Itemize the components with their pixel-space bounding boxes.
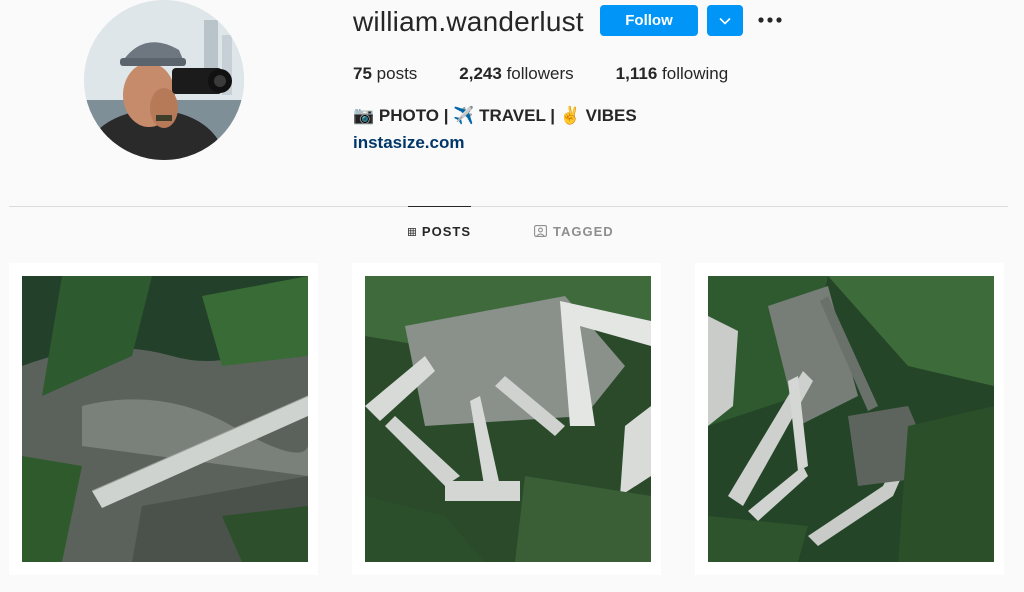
post-thumbnail[interactable] xyxy=(9,263,318,575)
followers-count-label: followers xyxy=(506,64,574,83)
tab-tagged[interactable]: TAGGED xyxy=(534,206,614,256)
profile-page: william.wanderlust Follow 75 posts 2,243… xyxy=(0,0,1024,592)
more-options-icon xyxy=(758,17,782,23)
grid-icon xyxy=(408,227,416,236)
profile-website-link[interactable]: instasize.com xyxy=(353,133,465,153)
post-photo xyxy=(365,276,651,562)
profile-bio: 📷 PHOTO | ✈️ TRAVEL | ✌️ VIBES xyxy=(353,106,637,125)
followers-count[interactable]: 2,243 followers xyxy=(459,64,573,84)
post-thumbnail[interactable] xyxy=(695,263,1004,575)
following-count[interactable]: 1,116 following xyxy=(616,64,729,84)
following-count-value: 1,116 xyxy=(615,64,658,83)
profile-username: william.wanderlust xyxy=(353,6,584,37)
profile-avatar[interactable] xyxy=(84,0,244,160)
posts-count-value: 75 xyxy=(353,64,372,83)
avatar-photo xyxy=(84,0,244,160)
followers-count-value: 2,243 xyxy=(459,64,502,83)
tagged-icon xyxy=(534,225,547,237)
post-photo xyxy=(708,276,994,562)
tab-posts-label: POSTS xyxy=(421,224,471,239)
tab-posts[interactable]: POSTS xyxy=(408,206,471,256)
posts-count: 75 posts xyxy=(353,64,417,84)
post-photo xyxy=(22,276,308,562)
post-thumbnail[interactable] xyxy=(352,263,661,575)
more-options-button[interactable] xyxy=(756,8,784,32)
posts-count-label: posts xyxy=(376,64,418,83)
follow-button[interactable]: Follow xyxy=(600,5,698,36)
profile-stats: 75 posts 2,243 followers 1,116 following xyxy=(353,64,770,84)
tab-divider xyxy=(9,206,1008,207)
chevron-down-icon xyxy=(719,17,731,25)
following-count-label: following xyxy=(662,64,729,83)
suggested-dropdown-button[interactable] xyxy=(707,5,743,36)
tab-tagged-label: TAGGED xyxy=(553,223,614,239)
